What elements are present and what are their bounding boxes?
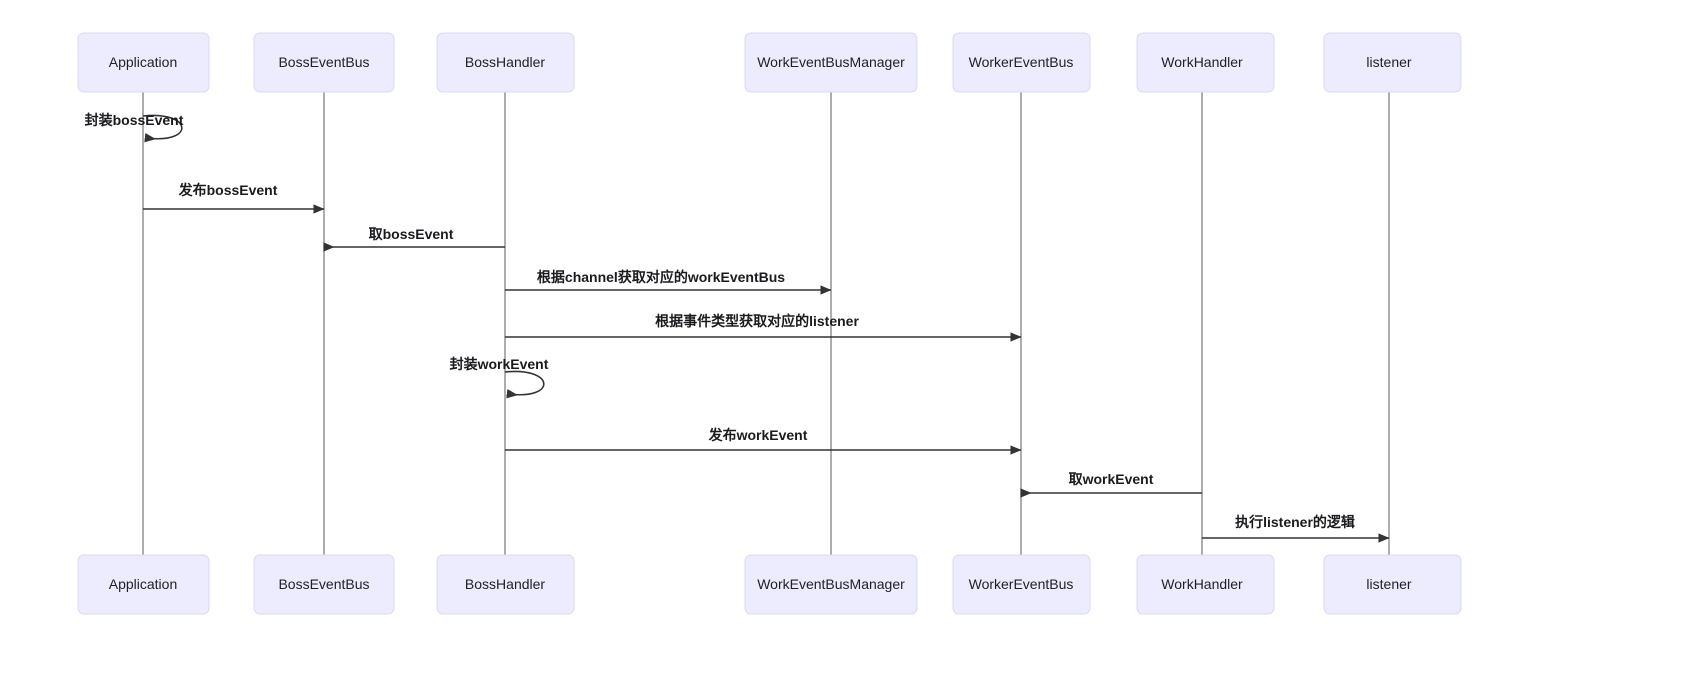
actor-label: WorkerEventBus — [969, 576, 1074, 592]
actor-label: Application — [109, 576, 178, 592]
actor-label: listener — [1366, 576, 1411, 592]
actor-listener-bottom[interactable]: listener — [1323, 554, 1462, 615]
actor-bosseventbus-bottom[interactable]: BossEventBus — [253, 554, 395, 615]
message-label: 发布workEvent — [708, 427, 808, 443]
sequence-diagram-canvas: 封装bossEvent 发布bossEvent 取bossEvent 根据channe… — [0, 0, 1707, 691]
messages-group: 封装bossEvent 发布bossEvent 取bossEvent 根据channe… — [85, 112, 1390, 543]
message-label: 封装bossEvent — [85, 112, 184, 128]
message-label: 根据channel获取对应的workEventBus — [537, 269, 785, 285]
message-m8[interactable]: 取workEvent — [1020, 471, 1202, 498]
actor-workeventbusmanager-top[interactable]: WorkEventBusManager — [744, 32, 918, 93]
message-m4[interactable]: 根据channel获取对应的workEventBus — [505, 269, 832, 295]
actor-workhandler-top[interactable]: WorkHandler — [1136, 32, 1275, 93]
actor-label: BossHandler — [465, 54, 545, 70]
actor-label: BossEventBus — [278, 54, 369, 70]
sequence-diagram: 封装bossEvent 发布bossEvent 取bossEvent 根据channe… — [77, 32, 1462, 615]
actor-listener-top[interactable]: listener — [1323, 32, 1462, 93]
message-m9[interactable]: 执行listener的逻辑 — [1202, 514, 1390, 543]
message-label: 封装workEvent — [450, 356, 549, 372]
actors-top-group: Application BossEventBus BossHandler WorkEv… — [77, 32, 1462, 93]
actor-label: BossEventBus — [278, 576, 369, 592]
message-label: 根据事件类型获取对应的listener — [655, 313, 859, 329]
actor-bosseventbus-top[interactable]: BossEventBus — [253, 32, 395, 93]
message-label: 执行listener的逻辑 — [1235, 514, 1355, 530]
message-m7[interactable]: 发布workEvent — [505, 427, 1022, 455]
actor-label: WorkEventBusManager — [757, 54, 905, 70]
actor-label: WorkerEventBus — [969, 54, 1074, 70]
actor-workereventbus-top[interactable]: WorkerEventBus — [952, 32, 1091, 93]
message-label: 发布bossEvent — [178, 182, 278, 198]
actor-application-top[interactable]: Application — [77, 32, 210, 93]
actors-bottom-group: Application BossEventBus BossHandler WorkEv… — [77, 554, 1462, 615]
actor-label: Application — [109, 54, 178, 70]
actor-workeventbusmanager-bottom[interactable]: WorkEventBusManager — [744, 554, 918, 615]
message-m1[interactable]: 封装bossEvent — [85, 112, 184, 143]
self-loop-arrow — [504, 370, 545, 399]
actor-label: WorkHandler — [1161, 576, 1243, 592]
actor-label: WorkHandler — [1161, 54, 1243, 70]
actor-workereventbus-bottom[interactable]: WorkerEventBus — [952, 554, 1091, 615]
message-label: 取workEvent — [1069, 471, 1154, 487]
actor-bosshandler-bottom[interactable]: BossHandler — [436, 554, 575, 615]
message-m3[interactable]: 取bossEvent — [323, 226, 505, 252]
actor-label: WorkEventBusManager — [757, 576, 905, 592]
message-m6[interactable]: 封装workEvent — [450, 356, 549, 399]
actor-application-bottom[interactable]: Application — [77, 554, 210, 615]
actor-bosshandler-top[interactable]: BossHandler — [436, 32, 575, 93]
actor-label: BossHandler — [465, 576, 545, 592]
actor-label: listener — [1366, 54, 1411, 70]
message-m2[interactable]: 发布bossEvent — [143, 182, 325, 214]
actor-workhandler-bottom[interactable]: WorkHandler — [1136, 554, 1275, 615]
message-m5[interactable]: 根据事件类型获取对应的listener — [505, 313, 1022, 342]
message-label: 取bossEvent — [369, 226, 454, 242]
